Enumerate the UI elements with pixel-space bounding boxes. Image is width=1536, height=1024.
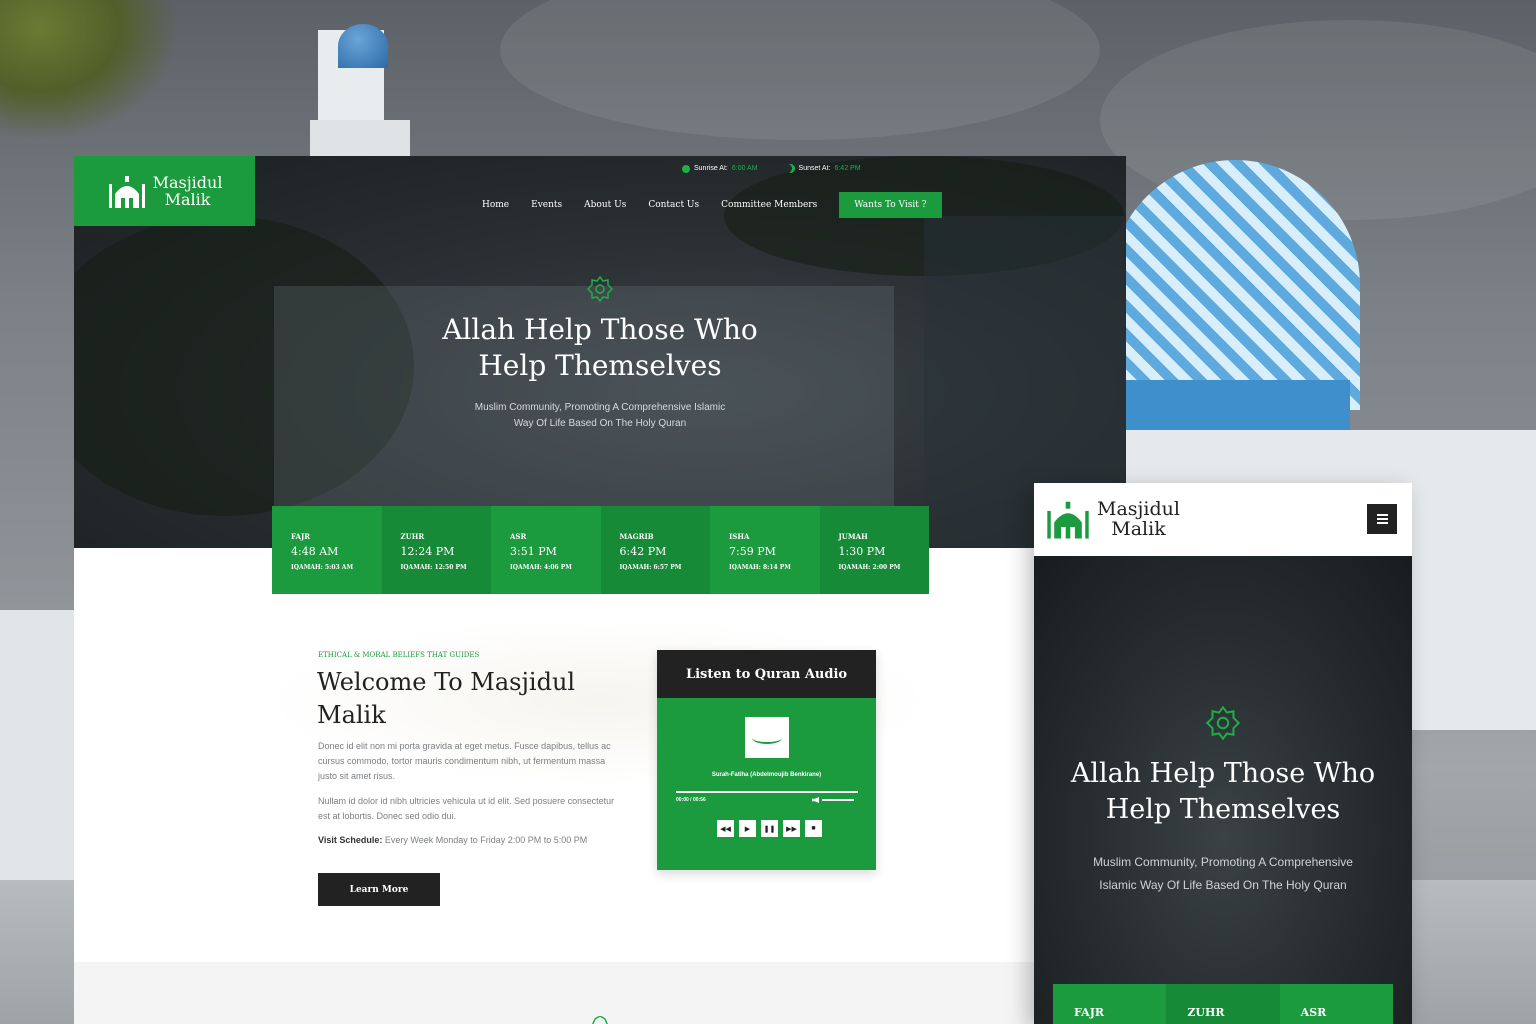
prayer-fajr: FAJR 4:48 AM IQAMAH: 5:03 AM — [272, 506, 382, 594]
prayer-asr: ASR 3:51 PM IQAMAH: 4:06 PM — [491, 506, 601, 594]
arabic-calligraphy-icon — [752, 732, 782, 744]
hero-subtitle: Muslim Community, Promoting A Comprehens… — [474, 402, 726, 429]
mobile-logo-line-1: Masjidul — [1097, 498, 1180, 520]
mobile-logo-line-2: Malik — [1111, 518, 1166, 540]
sunrise-label: Sunrise At: — [694, 165, 728, 172]
quran-audio-widget: Listen to Quran Audio Surah-Fatiha (Abde… — [657, 650, 876, 870]
audio-controls: ◀◀ ▶ ❚❚ ▶▶ ■ — [717, 820, 822, 837]
play-icon[interactable]: ▶ — [739, 820, 756, 837]
mobile-header: Masjidul Malik — [1034, 483, 1412, 556]
main-nav: Home Events About Us Contact Us Committe… — [482, 192, 942, 218]
mosque-dome — [1110, 160, 1360, 410]
gear-ornament-icon — [1206, 706, 1240, 740]
gear-ornament-icon — [587, 276, 613, 302]
mobile-prayer-bar: FAJR ZUHR ASR — [1053, 984, 1393, 1024]
site-logo[interactable]: Masjidul Malik — [74, 156, 255, 226]
about-title: Welcome To Masjidul Malik — [317, 668, 576, 729]
mobile-prayer-zuhr: ZUHR — [1166, 984, 1280, 1024]
pause-icon[interactable]: ❚❚ — [761, 820, 778, 837]
gear-ornament-icon — [592, 1016, 608, 1024]
about-paragraph-1: Donec id elit non mi porta gravida at eg… — [318, 741, 611, 781]
nav-about[interactable]: About Us — [584, 200, 626, 210]
visit-button[interactable]: Wants To Visit ? — [839, 192, 942, 218]
quran-heading: Listen to Quran Audio — [657, 650, 876, 698]
hamburger-menu-icon[interactable] — [1367, 504, 1397, 534]
volume-control[interactable] — [812, 797, 854, 803]
learn-more-button[interactable]: Learn More — [318, 873, 440, 906]
about-paragraph-2: Nullam id dolor id nibh ultricies vehicu… — [318, 796, 615, 821]
prayer-isha: ISHA 7:59 PM IQAMAH: 8:14 PM — [710, 506, 820, 594]
nav-events[interactable]: Events — [531, 200, 562, 210]
logo-line-1: Masjidul — [152, 173, 223, 192]
mobile-site-logo[interactable]: Masjidul Malik — [1045, 498, 1180, 540]
desktop-mockup: Masjidul Malik Sunrise At: 6:00 AM Sunse… — [74, 156, 1126, 1024]
stop-icon[interactable]: ■ — [805, 820, 822, 837]
sun-icon — [682, 164, 690, 173]
mosque-logo-icon — [108, 176, 145, 208]
speaker-icon — [812, 797, 819, 803]
nav-committee[interactable]: Committee Members — [721, 200, 817, 210]
volume-slider[interactable] — [822, 799, 854, 801]
audio-progress-bar[interactable] — [676, 791, 858, 793]
minaret-dome — [338, 24, 388, 68]
prayer-zuhr: ZUHR 12:24 PM IQAMAH: 12:50 PM — [381, 506, 491, 594]
prayer-magrib: MAGRIB 6:42 PM IQAMAH: 6:57 PM — [600, 506, 710, 594]
hero-title: Allah Help Those Who Help Themselves — [442, 313, 758, 382]
nav-contact[interactable]: Contact Us — [648, 200, 699, 210]
hero-section: Masjidul Malik Sunrise At: 6:00 AM Sunse… — [74, 156, 1126, 548]
track-title: Surah-Fatiha (Abdelmoujib Benkirane) — [711, 772, 822, 778]
prayer-jumah: JUMAH 1:30 PM IQAMAH: 2:00 PM — [819, 506, 929, 594]
sunset-value: 6:42 PM — [834, 165, 861, 172]
mosque-logo-icon — [1047, 501, 1089, 539]
mobile-mockup: Masjidul Malik Allah Help Those Who Help… — [1034, 483, 1412, 1024]
palm-tree — [0, 0, 180, 140]
sunrise-value: 6:00 AM — [731, 165, 758, 172]
audio-timing: 00:00 / 00:56 — [676, 797, 706, 803]
mobile-hero-subtitle: Muslim Community, Promoting A Comprehens… — [1093, 855, 1353, 892]
mobile-hero: Allah Help Those Who Help Themselves Mus… — [1034, 556, 1412, 1024]
logo-line-2: Malik — [164, 190, 211, 209]
forward-icon[interactable]: ▶▶ — [783, 820, 800, 837]
schedule-value: Every Week Monday to Friday 2:00 PM to 5… — [384, 835, 588, 845]
mobile-prayer-asr: ASR — [1279, 984, 1393, 1024]
moon-icon — [786, 164, 795, 173]
nav-home[interactable]: Home — [482, 200, 509, 210]
sunset-label: Sunset At: — [798, 165, 831, 172]
mobile-hero-title: Allah Help Those Who Help Themselves — [1070, 758, 1376, 825]
about-eyebrow: ETHICAL & MORAL BELIEFS THAT GUIDES — [318, 651, 480, 659]
album-art — [745, 717, 789, 758]
schedule-label: Visit Schedule: — [318, 835, 383, 845]
visit-schedule: Visit Schedule: Every Week Monday to Fri… — [318, 835, 587, 845]
prayer-times-bar: FAJR 4:48 AM IQAMAH: 5:03 AM ZUHR 12:24 … — [272, 506, 929, 594]
mobile-prayer-fajr: FAJR — [1053, 984, 1167, 1024]
next-section — [74, 962, 1126, 1024]
rewind-icon[interactable]: ◀◀ — [717, 820, 734, 837]
sun-times-bar: Sunrise At: 6:00 AM Sunset At: 6:42 PM — [682, 164, 861, 173]
